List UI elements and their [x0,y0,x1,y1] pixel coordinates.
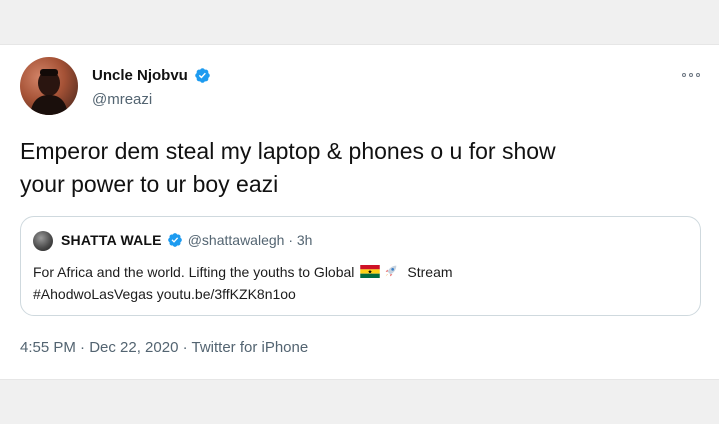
tweet-text: Emperor dem steal my laptop & phones o u… [20,135,700,201]
verified-badge-icon [195,68,210,83]
verified-badge-icon [167,233,182,247]
quoted-display-name[interactable]: SHATTA WALE [61,232,162,248]
quoted-text-part-2: Stream [407,264,453,280]
quoted-text-part-1: For Africa and the world. Lifting the yo… [33,264,355,280]
quoted-avatar[interactable] [33,231,53,251]
quoted-text-line-2[interactable]: #AhodwoLasVegas youtu.be/3ffKZK8n1oo [33,283,683,305]
display-name[interactable]: Uncle Njobvu [92,67,211,84]
quoted-meta: @shattawalegh · 3h [187,232,313,248]
tweet-text-line-2: your power to ur boy eazi [20,171,279,197]
ghana-flag-icon [360,265,381,278]
quoted-header: SHATTA WALE @shattawalegh · 3h [61,232,312,248]
tweet-timestamp[interactable]: 4:55 PM · Dec 22, 2020 · Twitter for iPh… [20,339,308,356]
quoted-tweet[interactable]: SHATTA WALE @shattawalegh · 3h For Afric… [20,216,701,316]
tweet-text-line-1: Emperor dem steal my laptop & phones o u… [20,138,556,164]
display-name-text[interactable]: Uncle Njobvu [92,67,188,84]
quoted-text-line-1: For Africa and the world. Lifting the yo… [33,261,683,283]
avatar[interactable] [20,57,78,115]
quoted-text: For Africa and the world. Lifting the yo… [33,261,683,305]
more-options-icon[interactable] [681,70,701,80]
rocket-icon [386,265,397,277]
user-handle[interactable]: @mreazi [92,91,152,108]
avatar-image [30,69,68,115]
tweet-card: Uncle Njobvu @mreazi Emperor dem steal m… [0,44,719,380]
